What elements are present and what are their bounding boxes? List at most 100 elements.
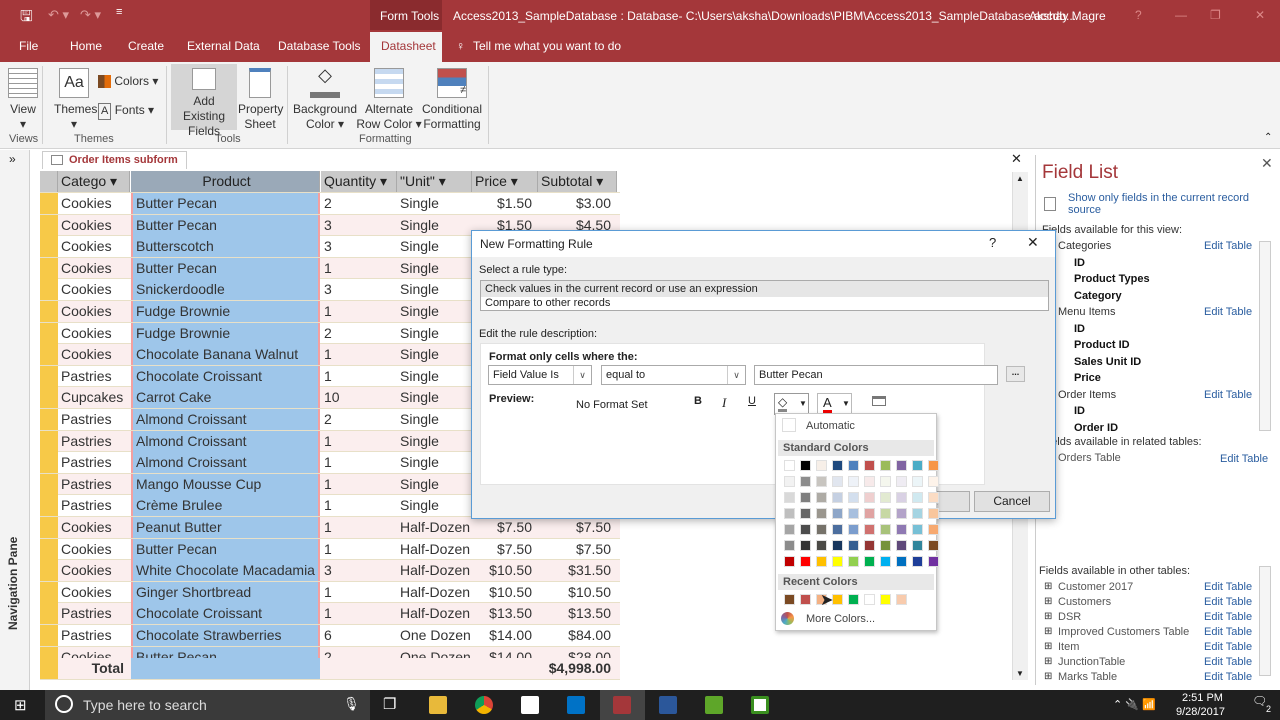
color-swatch[interactable] (864, 492, 875, 503)
record-selector[interactable] (40, 387, 58, 409)
quantity-cell[interactable]: 1 (321, 366, 397, 387)
category-cell[interactable]: Pastries (58, 366, 130, 387)
quantity-cell[interactable]: 1 (321, 344, 397, 365)
camtasia-recorder-icon[interactable] (751, 696, 769, 714)
more-colors-option[interactable]: More Colors... (806, 613, 875, 625)
table-row[interactable]: Pastries Chocolate Croissant 1 Half-Dozen $1… (40, 603, 620, 625)
color-swatch[interactable] (880, 492, 891, 503)
category-cell[interactable]: Pastries (58, 625, 130, 646)
field-item[interactable]: ID (1074, 323, 1085, 335)
edit-table-link[interactable]: Edit Table (1220, 453, 1268, 465)
category-cell[interactable]: Cookies (58, 215, 130, 236)
color-swatch[interactable] (784, 476, 795, 487)
color-swatch[interactable] (848, 524, 859, 535)
product-cell[interactable]: Carrot Cake (131, 387, 320, 409)
column-header-product[interactable]: Product (131, 171, 320, 192)
unit-cell[interactable]: Half-Dozen (397, 603, 472, 624)
color-swatch[interactable] (880, 524, 891, 535)
quantity-cell[interactable]: 3 (321, 279, 397, 300)
category-cell[interactable]: Cookies (58, 517, 130, 538)
expand-icon[interactable]: ⊞ (1044, 596, 1052, 607)
unit-cell[interactable]: Single (397, 279, 472, 300)
quantity-cell[interactable]: 1 (321, 495, 397, 516)
colors-button[interactable]: Colors ▾ (98, 74, 158, 89)
record-selector[interactable] (40, 214, 58, 236)
category-cell[interactable]: Pastries (58, 431, 130, 452)
unit-cell[interactable]: Single (397, 193, 472, 214)
product-cell[interactable]: Butter Pecan (131, 214, 320, 236)
property-sheet-button[interactable]: Property Sheet (238, 68, 283, 132)
chrome-icon[interactable] (475, 696, 493, 714)
record-selector[interactable] (40, 495, 58, 517)
quantity-cell[interactable]: 1 (321, 452, 397, 473)
notifications-icon[interactable]: 🗨 (1252, 694, 1267, 708)
table-name[interactable]: Customer 2017 (1058, 581, 1133, 593)
color-swatch[interactable] (912, 556, 923, 567)
camtasia-icon[interactable] (705, 696, 723, 714)
subtotal-cell[interactable]: $13.50 (538, 603, 617, 624)
color-swatch[interactable] (912, 460, 923, 471)
unit-cell[interactable]: Single (397, 409, 472, 430)
product-cell[interactable]: Butter Pecan (131, 193, 320, 214)
system-tray-icons[interactable]: ⌃ 🔌 📶 (1113, 698, 1156, 711)
unit-cell[interactable]: Half-Dozen (397, 560, 472, 581)
color-swatch[interactable] (832, 460, 843, 471)
color-swatch[interactable] (848, 460, 859, 471)
edit-table-link[interactable]: Edit Table (1204, 596, 1252, 608)
task-view-icon[interactable]: ❐ (383, 695, 396, 713)
rule-type-list[interactable]: Check values in the current record or us… (480, 280, 1049, 311)
word-icon[interactable] (659, 696, 677, 714)
color-swatch[interactable] (848, 556, 859, 567)
quantity-cell[interactable]: 2 (321, 409, 397, 430)
underline-button[interactable]: U (748, 395, 756, 407)
related-table-orders[interactable]: Orders Table (1058, 452, 1121, 464)
table-name[interactable]: Improved Customers Table (1058, 626, 1189, 638)
subtotal-cell[interactable]: $84.00 (538, 625, 617, 646)
close-button[interactable]: ✕ (1255, 8, 1265, 22)
unit-cell[interactable]: Half-Dozen (397, 539, 472, 560)
record-selector[interactable] (40, 603, 58, 625)
color-swatch[interactable] (912, 540, 923, 551)
product-cell[interactable]: Butter Pecan (131, 538, 320, 560)
record-selector[interactable] (40, 517, 58, 538)
tab-database-tools[interactable]: Database Tools (278, 39, 361, 53)
tab-external-data[interactable]: External Data (187, 39, 260, 53)
table-name[interactable]: DSR (1058, 611, 1081, 623)
subtotal-cell[interactable]: $7.50 (538, 517, 617, 538)
field-item[interactable]: Order ID (1074, 422, 1118, 434)
collapse-ribbon-icon[interactable]: ⌃ (1264, 132, 1272, 143)
color-swatch[interactable] (896, 524, 907, 535)
product-cell[interactable]: Chocolate Banana Walnut (131, 344, 320, 366)
unit-cell[interactable]: Single (397, 323, 472, 344)
color-swatch[interactable] (816, 492, 827, 503)
color-swatch[interactable] (864, 524, 875, 535)
field-item[interactable]: ID (1074, 257, 1085, 269)
quantity-cell[interactable]: 10 (321, 387, 397, 408)
color-swatch[interactable] (912, 524, 923, 535)
unit-cell[interactable]: Single (397, 301, 472, 322)
color-swatch[interactable] (800, 524, 811, 535)
table-row[interactable]: Cookies Peanut Butter 1 Half-Dozen $7.50 $7.5… (40, 517, 620, 539)
expand-icon[interactable]: ⊞ (1044, 656, 1052, 667)
record-selector[interactable] (40, 581, 58, 603)
recent-color-swatch[interactable] (800, 594, 811, 605)
unit-cell[interactable]: Single (397, 258, 472, 279)
tab-home[interactable]: Home (70, 39, 102, 53)
edit-table-link[interactable]: Edit Table (1204, 656, 1252, 668)
table-name[interactable]: Menu Items (1058, 306, 1115, 318)
microphone-icon[interactable]: 🎙 (343, 696, 360, 712)
record-selector[interactable] (40, 538, 58, 560)
product-cell[interactable]: Fudge Brownie (131, 301, 320, 322)
color-swatch[interactable] (848, 476, 859, 487)
edit-table-link[interactable]: Edit Table (1204, 240, 1252, 252)
color-swatch[interactable] (912, 492, 923, 503)
clock-time[interactable]: 2:51 PM (1182, 692, 1223, 704)
price-cell[interactable]: $10.50 (472, 582, 538, 603)
record-selector[interactable] (40, 279, 58, 301)
edit-table-link[interactable]: Edit Table (1204, 389, 1252, 401)
expand-icon[interactable]: ⊞ (1044, 641, 1052, 652)
product-cell[interactable]: Butterscotch (131, 236, 320, 258)
record-selector[interactable] (40, 560, 58, 582)
product-cell[interactable]: Crème Brulee (131, 495, 320, 517)
table-row[interactable]: Cookies White Chocolate Macadamia 3 Half-Do… (40, 560, 620, 582)
